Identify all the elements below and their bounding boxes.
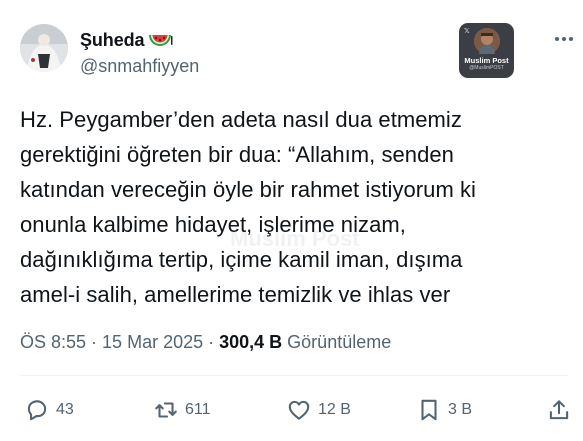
more-dot — [569, 37, 573, 41]
tweet-actions: 43 611 12 B 3 B — [0, 392, 583, 428]
tweet-text-line: gerektiğini öğreten bir dua: “Allahım, s… — [20, 142, 454, 167]
meta-separator: · — [91, 332, 98, 352]
views-count: 300,4 B — [219, 332, 283, 352]
like-button[interactable]: 12 B — [286, 392, 351, 428]
tweet-text-line: onunla kalbime hidayet, işlerime nizam, — [20, 212, 406, 237]
reply-icon — [27, 400, 47, 421]
reply-count: 43 — [56, 401, 74, 418]
tweet-meta: ÖS 8:55 · 15 Mar 2025 · 300,4 B Görüntül… — [20, 332, 391, 353]
muslim-post-badge[interactable]: 𝕏 Muslim Post @MuslimPOST — [459, 23, 514, 78]
like-count: 12 B — [318, 401, 351, 418]
badge-avatar — [473, 28, 500, 54]
author-name-row: Şuheda — [80, 28, 173, 52]
views-label: Görüntüleme — [287, 332, 392, 352]
watermelon-icon — [147, 31, 173, 49]
share-button[interactable] — [546, 392, 572, 428]
more-dot — [562, 37, 566, 41]
author-handle[interactable]: @snmahfiyyen — [80, 56, 199, 77]
author-display-name[interactable]: Şuheda — [80, 30, 145, 51]
tweet-time[interactable]: ÖS 8:55 — [20, 332, 86, 353]
repost-icon — [155, 402, 177, 418]
heart-icon — [288, 400, 310, 420]
share-icon — [549, 400, 569, 420]
tweet-text-line: Hz. Peygamber’den adeta nasıl dua etmemi… — [20, 107, 462, 132]
meta-separator: · — [208, 332, 215, 352]
badge-title: Muslim Post — [464, 56, 509, 65]
x-logo-icon: 𝕏 — [464, 28, 470, 35]
tweet-text-line: amel-i salih, amellerime temizlik ve ihl… — [20, 282, 451, 307]
bookmark-count: 3 B — [448, 401, 473, 418]
repost-button[interactable]: 611 — [153, 392, 211, 428]
tweet-card: Şuheda @snmahfiyyen 𝕏 Muslim Post @Musli… — [0, 0, 583, 441]
repost-count: 611 — [185, 401, 211, 418]
author-avatar[interactable] — [20, 24, 68, 72]
bookmark-icon — [421, 399, 437, 421]
badge-subtitle: @MuslimPOST — [469, 65, 504, 71]
tweet-text-line: dağınıklığıma tertip, içime kamil iman, … — [20, 247, 463, 272]
tweet-text: Hz. Peygamber’den adeta nasıl dua etmemi… — [20, 102, 568, 312]
reply-button[interactable]: 43 — [24, 392, 74, 428]
tweet-text-line: katından vereceğin öyle bir rahmet istiy… — [20, 177, 476, 202]
bookmark-button[interactable]: 3 B — [416, 392, 472, 428]
avatar-image — [20, 24, 68, 72]
more-dot — [555, 37, 559, 41]
divider — [20, 375, 568, 376]
tweet-date[interactable]: 15 Mar 2025 — [102, 332, 203, 353]
more-options-icon[interactable] — [555, 34, 577, 44]
